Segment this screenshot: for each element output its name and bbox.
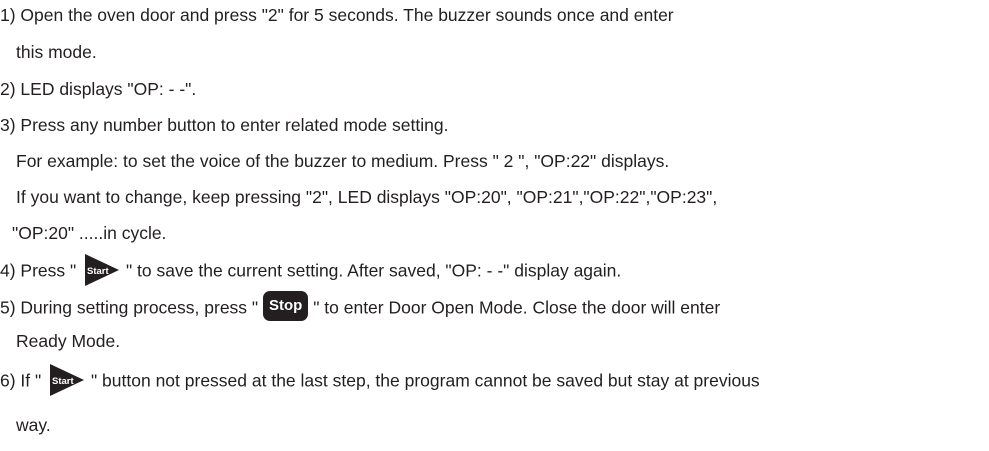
start-button-icon: Start: [46, 364, 86, 396]
step-1-line-1: 1) Open the oven door and press "2" for …: [0, 5, 674, 25]
step-3-line-1: 3) Press any number button to enter rela…: [0, 115, 449, 135]
start-label: Start: [52, 376, 74, 387]
step-5-prefix: 5) During setting process, press ": [0, 297, 259, 318]
step-6-suffix: " button not pressed at the last step, t…: [90, 370, 760, 391]
start-button-icon: Start: [81, 254, 121, 286]
start-label: Start: [87, 266, 109, 277]
step-6-line-1: 6) If " Start " button not pressed at th…: [0, 364, 760, 396]
step-4-suffix: " to save the current setting. After sav…: [125, 260, 622, 281]
step-6-line-2: way.: [16, 415, 51, 435]
step-5-line-1: 5) During setting process, press " Stop …: [0, 291, 721, 324]
step-2: 2) LED displays "OP: - -".: [0, 79, 197, 99]
step-5-line-2: Ready Mode.: [16, 331, 121, 351]
step-6-prefix: 6) If ": [0, 370, 42, 391]
step-5-suffix: " to enter Door Open Mode. Close the doo…: [313, 297, 721, 318]
step-3-line-2: For example: to set the voice of the buz…: [16, 151, 670, 171]
step-1-line-2: this mode.: [16, 42, 97, 62]
stop-button-icon: Stop: [263, 291, 309, 321]
step-4-prefix: 4) Press ": [0, 260, 77, 281]
step-4: 4) Press " Start " to save the current s…: [0, 254, 622, 286]
step-3-line-4: "OP:20" .....in cycle.: [12, 223, 167, 243]
step-3-line-3: If you want to change, keep pressing "2"…: [16, 187, 718, 207]
